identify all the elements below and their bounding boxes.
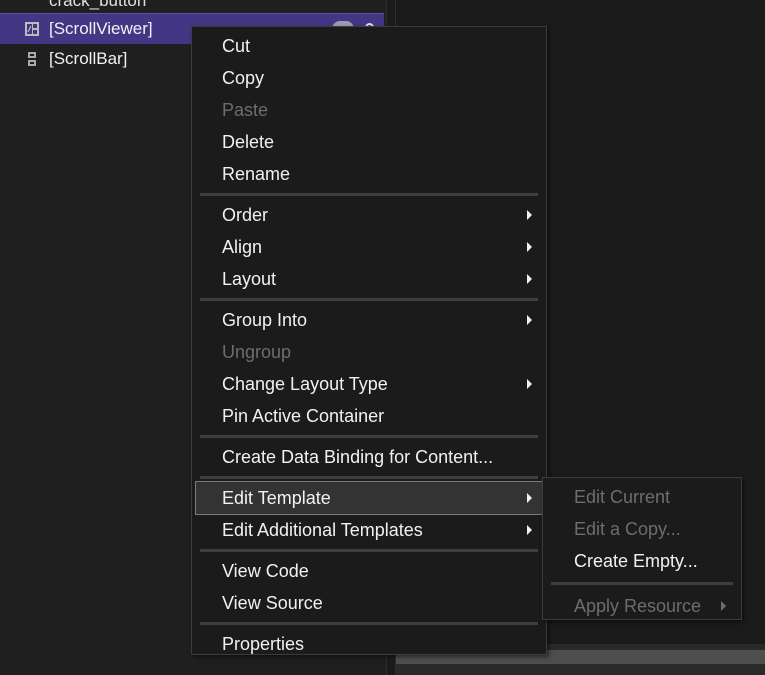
scrollviewer-icon <box>24 21 40 37</box>
menu-item-label: Layout <box>222 269 277 289</box>
menu-separator <box>200 622 538 625</box>
submenu-arrow-icon <box>527 274 532 284</box>
menu-item-copy[interactable]: Copy <box>192 62 546 94</box>
tree-item-label: crack_button <box>49 0 147 10</box>
menu-item-edit-a-copy: Edit a Copy... <box>543 513 741 545</box>
menu-item-label: Ungroup <box>222 342 292 362</box>
submenu-arrow-icon <box>527 493 532 503</box>
tree-item-label: [ScrollBar] <box>49 49 128 68</box>
menu-item-view-code[interactable]: View Code <box>192 555 546 587</box>
menu-item-edit-current: Edit Current <box>543 481 741 513</box>
menu-item-label: Rename <box>222 164 291 184</box>
menu-item-label: View Code <box>222 561 309 581</box>
menu-item-label: Pin Active Container <box>222 406 385 426</box>
menu-item-ungroup: Ungroup <box>192 336 546 368</box>
menu-item-pin-active-container[interactable]: Pin Active Container <box>192 400 546 432</box>
menu-item-delete[interactable]: Delete <box>192 126 546 158</box>
menu-item-label: Paste <box>222 100 269 120</box>
menu-item-label: Properties <box>222 634 305 654</box>
menu-separator <box>200 549 538 552</box>
context-menu: Cut Copy Paste Delete Rename Order Align… <box>191 26 547 655</box>
control-icon <box>24 0 40 9</box>
menu-item-group-into[interactable]: Group Into <box>192 304 546 336</box>
menu-separator <box>200 435 538 438</box>
menu-item-label: Edit a Copy... <box>574 519 681 539</box>
submenu-arrow-icon <box>527 210 532 220</box>
menu-item-edit-additional-templates[interactable]: Edit Additional Templates <box>192 514 546 546</box>
menu-item-edit-template[interactable]: Edit Template <box>195 481 543 515</box>
menu-item-create-data-binding[interactable]: Create Data Binding for Content... <box>192 441 546 473</box>
menu-separator <box>200 193 538 196</box>
menu-item-label: Edit Template <box>222 488 331 508</box>
menu-item-order[interactable]: Order <box>192 199 546 231</box>
menu-item-label: Edit Current <box>574 487 671 507</box>
menu-item-apply-resource: Apply Resource <box>543 590 741 622</box>
menu-item-rename[interactable]: Rename <box>192 158 546 190</box>
menu-item-layout[interactable]: Layout <box>192 263 546 295</box>
menu-item-label: Create Empty... <box>574 551 698 571</box>
menu-item-cut[interactable]: Cut <box>192 30 546 62</box>
menu-item-change-layout-type[interactable]: Change Layout Type <box>192 368 546 400</box>
submenu-arrow-icon <box>527 379 532 389</box>
menu-item-label: Change Layout Type <box>222 374 388 394</box>
menu-item-label: Apply Resource <box>574 596 702 616</box>
menu-item-label: Order <box>222 205 269 225</box>
menu-separator <box>200 476 538 479</box>
tree-item-label: [ScrollViewer] <box>49 19 153 38</box>
menu-item-view-source[interactable]: View Source <box>192 587 546 619</box>
menu-item-label: Group Into <box>222 310 308 330</box>
menu-separator <box>200 298 538 301</box>
menu-item-paste: Paste <box>192 94 546 126</box>
menu-item-label: Delete <box>222 132 275 152</box>
submenu-arrow-icon <box>527 315 532 325</box>
scrollbar-icon <box>24 51 40 67</box>
menu-item-label: Edit Additional Templates <box>222 520 423 540</box>
menu-item-label: Cut <box>222 36 251 56</box>
submenu-arrow-icon <box>721 601 726 611</box>
menu-item-label: Align <box>222 237 263 257</box>
edit-template-submenu: Edit Current Edit a Copy... Create Empty… <box>542 477 742 620</box>
menu-item-label: View Source <box>222 593 323 613</box>
submenu-arrow-icon <box>527 525 532 535</box>
menu-item-align[interactable]: Align <box>192 231 546 263</box>
menu-item-properties[interactable]: Properties <box>192 628 546 660</box>
menu-separator <box>551 582 733 585</box>
menu-item-label: Create Data Binding for Content... <box>222 447 494 467</box>
submenu-arrow-icon <box>527 242 532 252</box>
menu-item-label: Copy <box>222 68 265 88</box>
menu-item-create-empty[interactable]: Create Empty... <box>543 545 741 577</box>
